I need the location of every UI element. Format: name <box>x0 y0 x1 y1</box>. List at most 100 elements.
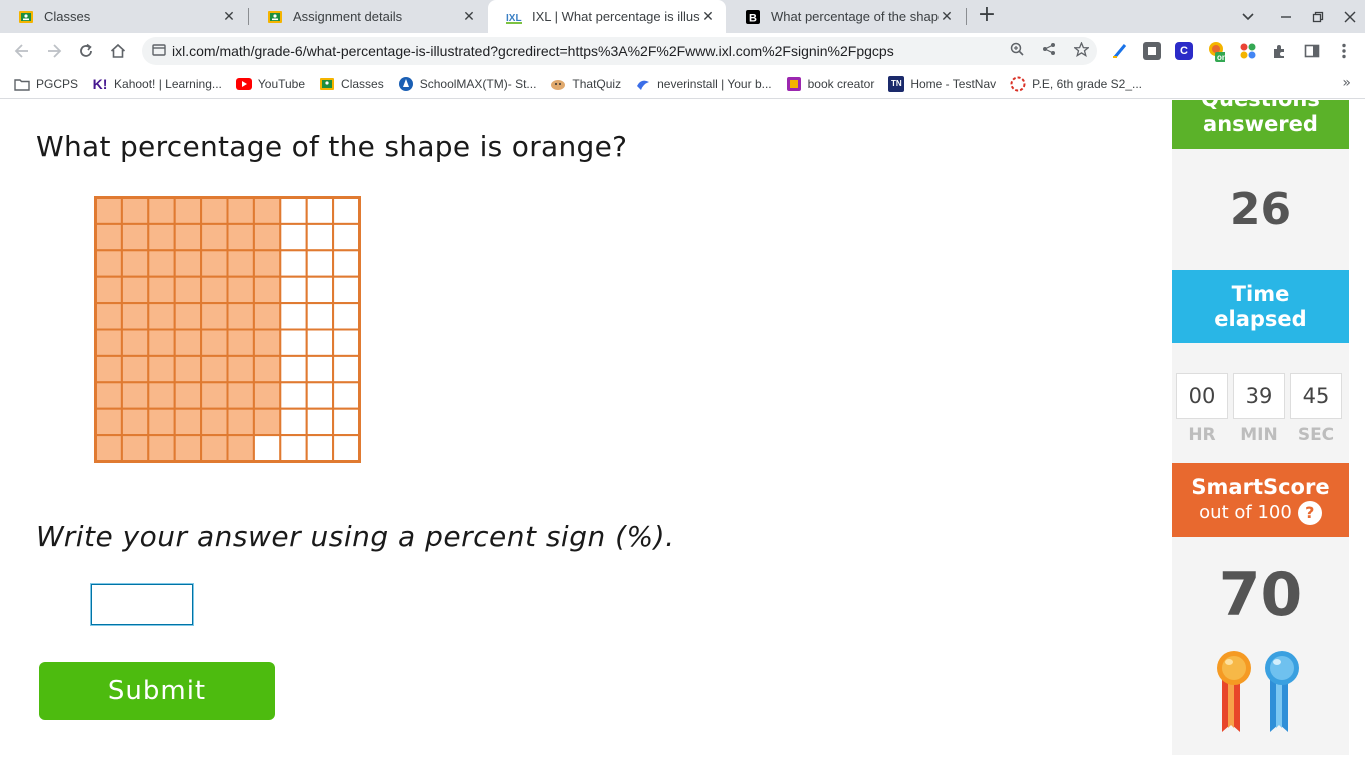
grid-cell-empty <box>332 196 361 225</box>
grid-cell-empty <box>305 434 335 463</box>
answer-input[interactable] <box>91 584 193 625</box>
grid-cell-shaded <box>120 328 150 357</box>
help-icon[interactable]: ? <box>1297 500 1322 525</box>
score-sidebar: Questions answered 26 Time elapsed 00 HR… <box>1172 100 1349 755</box>
time-elapsed-header: Time elapsed <box>1172 270 1349 343</box>
bookmark-star-icon[interactable] <box>1065 40 1097 61</box>
grid-cell-shaded <box>173 328 203 357</box>
timer: 00 HR 39 MIN 45 SEC <box>1176 373 1342 445</box>
submit-button[interactable]: Submit <box>39 662 275 720</box>
close-window-icon[interactable] <box>1334 0 1365 33</box>
grid-cell-empty <box>305 249 335 278</box>
grid-cell-shaded <box>94 196 123 225</box>
grid-cell-shaded <box>226 407 255 437</box>
extension-c-icon[interactable]: C <box>1175 42 1193 60</box>
tab-classes[interactable]: Classes ✕ <box>0 0 247 33</box>
bookmark-pe[interactable]: P.E, 6th grade S2_... <box>1010 76 1142 92</box>
bookmark-classes[interactable]: Classes <box>319 76 384 92</box>
share-icon[interactable] <box>1033 42 1065 60</box>
bookmark-pgcps[interactable]: PGCPS <box>14 76 78 92</box>
extension-screen-icon[interactable] <box>1143 42 1161 60</box>
close-tab-icon[interactable]: ✕ <box>221 8 237 25</box>
grid-cell-empty <box>305 407 335 437</box>
blue-ribbon-icon <box>1265 651 1299 732</box>
google-classroom-icon <box>18 9 34 25</box>
close-tab-icon[interactable]: ✕ <box>700 8 716 25</box>
smartscore-value: 70 <box>1218 560 1303 630</box>
tab-title: What percentage of the shape is <box>771 9 939 24</box>
bookmark-youtube[interactable]: YouTube <box>235 76 306 92</box>
testnav-icon: TN <box>888 75 905 92</box>
grid-cell-shaded <box>120 407 150 437</box>
timer-hours-value: 00 <box>1176 373 1228 419</box>
minimize-icon[interactable] <box>1270 0 1302 33</box>
restore-icon[interactable] <box>1302 0 1334 33</box>
grid-cell-empty <box>279 196 308 225</box>
back-icon[interactable] <box>10 39 34 63</box>
svg-text:B: B <box>749 12 757 24</box>
tab-title: Assignment details <box>293 9 403 24</box>
grid-cell-shaded <box>120 222 150 252</box>
grid-cell-empty <box>279 222 308 252</box>
more-bookmarks-icon[interactable]: » <box>1342 75 1351 91</box>
reload-icon[interactable] <box>74 39 98 63</box>
side-panel-icon[interactable] <box>1303 42 1321 60</box>
close-tab-icon[interactable]: ✕ <box>939 8 955 25</box>
bookmark-schoolmax[interactable]: SchoolMAX(TM)- St... <box>398 76 537 92</box>
zoom-icon[interactable] <box>1001 42 1033 60</box>
grid-cell-empty <box>305 196 335 225</box>
timer-minutes-value: 39 <box>1233 373 1285 419</box>
bookmark-testnav[interactable]: TN Home - TestNav <box>888 75 996 92</box>
grid-cell-shaded <box>120 302 150 331</box>
forward-icon[interactable] <box>42 39 66 63</box>
grid-cell-shaded <box>173 381 203 410</box>
grid-cell-shaded <box>173 196 203 225</box>
book-creator-icon <box>786 76 802 92</box>
home-icon[interactable] <box>106 39 130 63</box>
grid-cell-shaded <box>226 302 255 331</box>
bookmark-thatquiz[interactable]: ThatQuiz <box>550 76 621 92</box>
menu-kebab-icon[interactable] <box>1335 42 1353 60</box>
grid-cell-shaded <box>120 275 150 305</box>
close-tab-icon[interactable]: ✕ <box>461 8 477 25</box>
grid-cell-shaded <box>94 354 123 384</box>
extension-on-icon[interactable]: on <box>1207 42 1225 62</box>
grid-cell-empty <box>332 249 361 278</box>
extensions-puzzle-icon[interactable] <box>1271 42 1289 60</box>
grid-cell-shaded <box>200 222 229 252</box>
folder-icon <box>14 76 30 92</box>
extension-pen-icon[interactable] <box>1111 42 1129 60</box>
tab-title: IXL | What percentage is illustrat <box>532 9 700 24</box>
bookmark-label: SchoolMAX(TM)- St... <box>419 76 537 91</box>
smartscore-header: SmartScore out of 100 ? <box>1172 463 1349 537</box>
extension-apps-icon[interactable] <box>1239 42 1257 60</box>
questions-answered-header: Questions answered <box>1172 100 1349 149</box>
grid-cell-shaded <box>200 328 229 357</box>
tab-brainly[interactable]: B What percentage of the shape is ✕ <box>727 0 965 33</box>
tab-search-icon[interactable] <box>1232 0 1264 33</box>
tab-ixl[interactable]: IXL IXL | What percentage is illustrat ✕ <box>488 0 726 33</box>
bookmark-label: YouTube <box>257 76 306 91</box>
bookmark-kahoot[interactable]: K! Kahoot! | Learning... <box>92 76 222 92</box>
site-info-icon[interactable] <box>142 43 172 59</box>
youtube-icon <box>235 76 252 92</box>
grid-cell-shaded <box>147 249 176 278</box>
grid-cell-shaded <box>252 381 282 410</box>
grid-cell-shaded <box>252 275 282 305</box>
grid-cell-empty <box>305 381 335 410</box>
new-tab-button[interactable]: + <box>975 4 999 28</box>
bookmark-book-creator[interactable]: book creator <box>786 76 874 92</box>
timer-minutes-label: MIN <box>1240 425 1278 445</box>
tab-divider <box>966 8 967 25</box>
brainly-icon: B <box>745 9 761 25</box>
grid-cell-shaded <box>226 434 255 463</box>
grid-cell-shaded <box>120 381 150 410</box>
grid-cell-empty <box>305 354 335 384</box>
bookmark-neverinstall[interactable]: neverinstall | Your b... <box>635 76 772 92</box>
grid-cell-shaded <box>94 328 123 357</box>
grid-cell-shaded <box>226 222 255 252</box>
grid-cell-shaded <box>200 275 229 305</box>
thatquiz-icon <box>550 76 566 92</box>
tab-assignment-details[interactable]: Assignment details ✕ <box>249 0 487 33</box>
address-bar[interactable]: ixl.com/math/grade-6/what-percentage-is-… <box>142 37 1097 65</box>
